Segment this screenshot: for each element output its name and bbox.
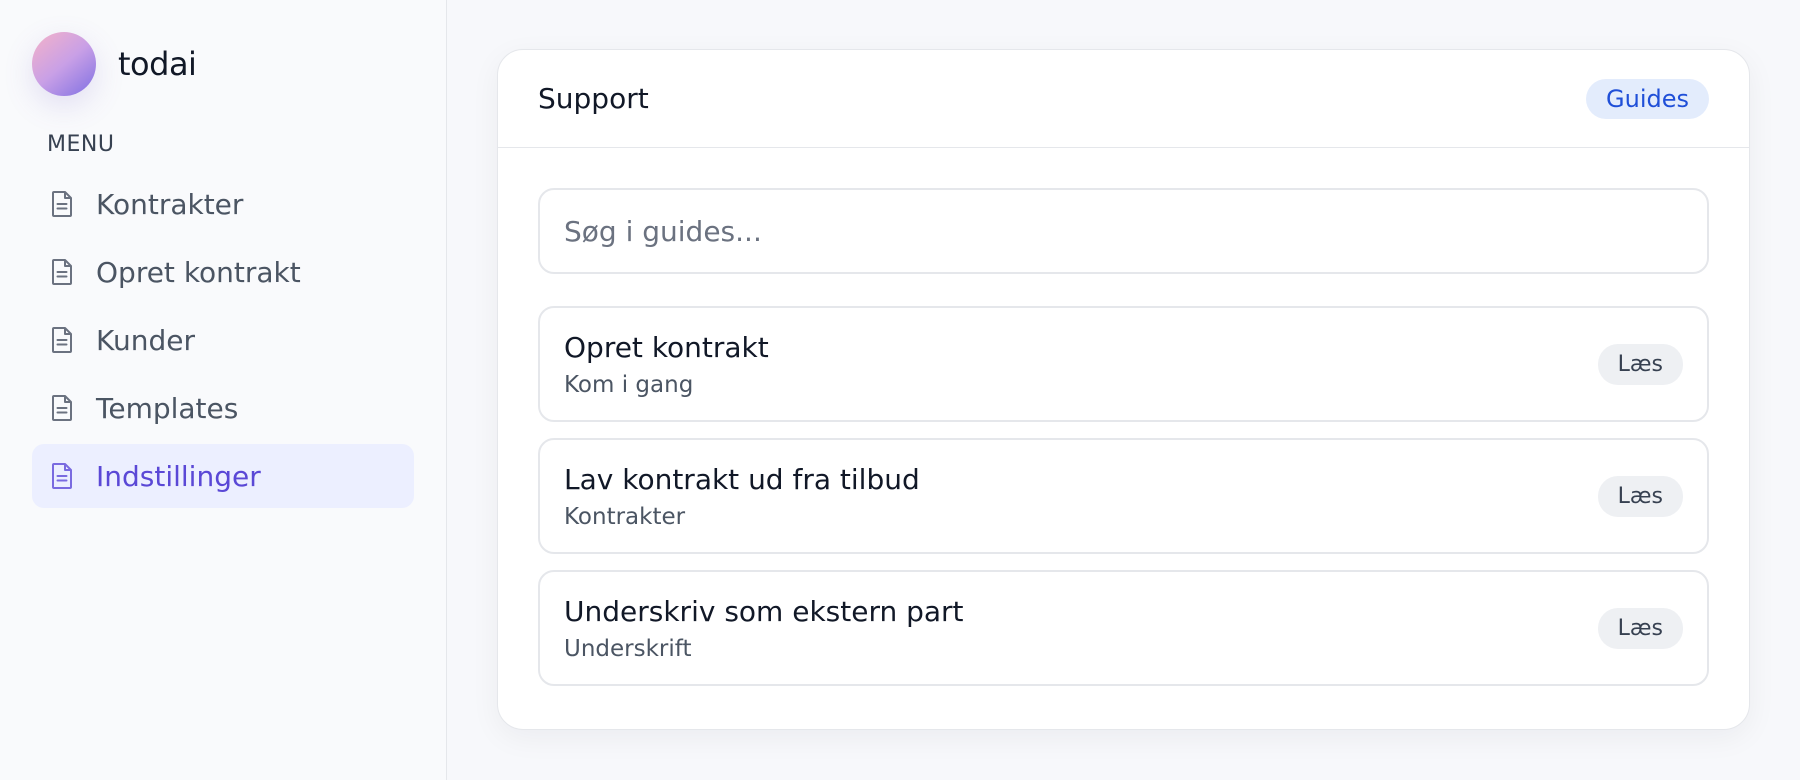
sidebar-item-kontrakter[interactable]: Kontrakter: [32, 172, 414, 236]
read-button[interactable]: Læs: [1597, 343, 1683, 385]
guide-category: Underskrift: [564, 635, 692, 662]
document-icon: [48, 461, 76, 491]
guide-item[interactable]: Lav kontrakt ud fra tilbud Kontrakter Læ…: [538, 438, 1709, 554]
guide-text: Underskriv som ekstern part Underskrift: [564, 595, 964, 662]
document-icon: [48, 325, 76, 355]
guide-category: Kom i gang: [564, 371, 694, 398]
guide-title: Underskriv som ekstern part: [564, 594, 964, 628]
brand-name: todai: [118, 45, 197, 83]
guide-title: Lav kontrakt ud fra tilbud: [564, 462, 920, 496]
menu-label: MENU: [47, 132, 115, 157]
support-header: Support Guides: [498, 50, 1749, 148]
sidebar-item-label: Opret kontrakt: [96, 255, 301, 289]
sidebar-nav: Kontrakter Opret kontrakt Kunder Templat…: [32, 172, 414, 508]
read-button[interactable]: Læs: [1597, 475, 1683, 517]
guide-category: Kontrakter: [564, 503, 686, 530]
search-input[interactable]: [538, 188, 1709, 274]
sidebar-item-label: Indstillinger: [96, 459, 261, 493]
sidebar-item-label: Kunder: [96, 323, 195, 357]
guide-text: Lav kontrakt ud fra tilbud Kontrakter: [564, 463, 920, 530]
guide-item[interactable]: Opret kontrakt Kom i gang Læs: [538, 306, 1709, 422]
guide-title: Opret kontrakt: [564, 330, 769, 364]
read-button[interactable]: Læs: [1597, 607, 1683, 649]
sidebar-item-opret-kontrakt[interactable]: Opret kontrakt: [32, 240, 414, 304]
sidebar-item-templates[interactable]: Templates: [32, 376, 414, 440]
logo-icon: [32, 32, 96, 96]
app-root: todai MENU Kontrakter Opret kontrakt Kun: [0, 0, 1800, 780]
guide-list: Opret kontrakt Kom i gang Læs Lav kontra…: [538, 306, 1709, 686]
main-content: Support Guides Opret kontrakt Kom i gang…: [447, 0, 1800, 780]
sidebar-item-label: Templates: [96, 391, 239, 425]
sidebar-item-kunder[interactable]: Kunder: [32, 308, 414, 372]
sidebar: todai MENU Kontrakter Opret kontrakt Kun: [0, 0, 447, 780]
guide-item[interactable]: Underskriv som ekstern part Underskrift …: [538, 570, 1709, 686]
brand[interactable]: todai: [32, 32, 414, 96]
document-icon: [48, 189, 76, 219]
document-icon: [48, 257, 76, 287]
support-body: Opret kontrakt Kom i gang Læs Lav kontra…: [498, 148, 1749, 729]
sidebar-item-indstillinger[interactable]: Indstillinger: [32, 444, 414, 508]
sidebar-item-label: Kontrakter: [96, 187, 244, 221]
guide-text: Opret kontrakt Kom i gang: [564, 331, 769, 398]
page-title: Support: [538, 82, 649, 115]
support-card: Support Guides Opret kontrakt Kom i gang…: [497, 49, 1750, 730]
guides-badge: Guides: [1586, 78, 1709, 119]
document-icon: [48, 393, 76, 423]
